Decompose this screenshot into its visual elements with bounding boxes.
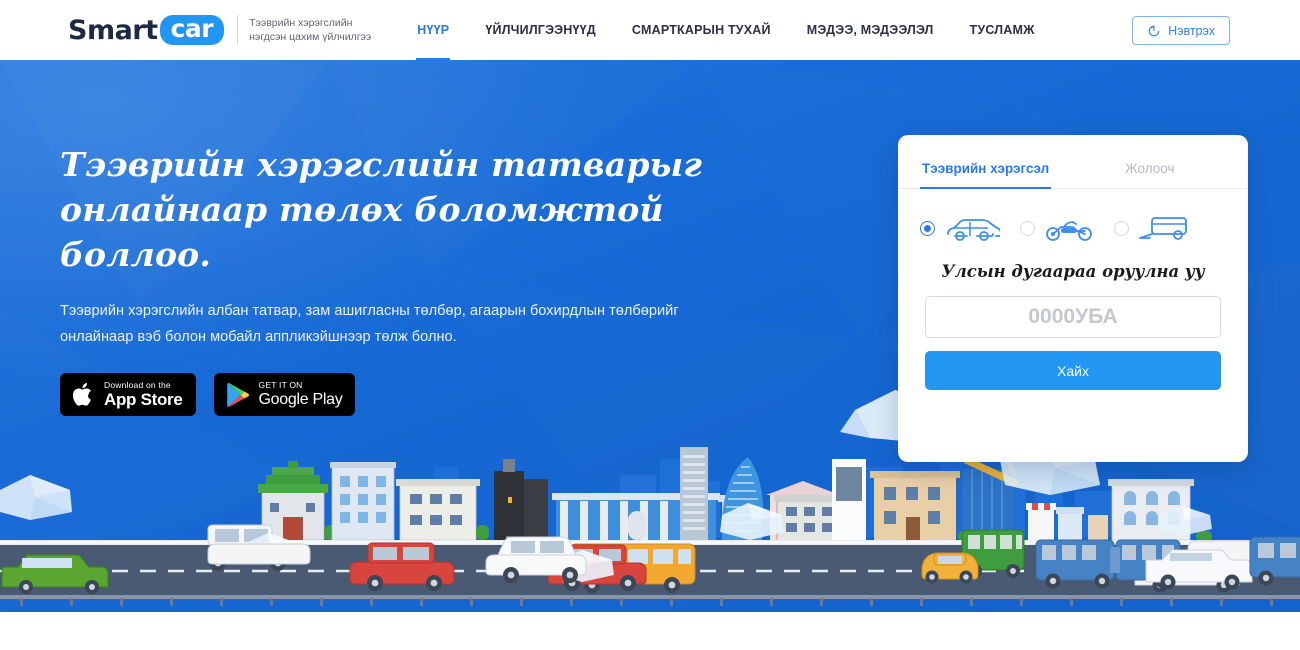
logo[interactable]: Smart car Тээврийн хэрэгслийн нэгдсэн ца… <box>68 15 371 46</box>
app-store-badge-big: App Store <box>104 390 183 409</box>
app-store-badges: Download on the App Store GET IT ON Goog… <box>60 373 760 416</box>
logo-wordmark: Smart car <box>68 14 225 46</box>
radio-motorcycle[interactable] <box>1020 220 1035 236</box>
search-card-tabs: Тээврийн хэрэгсэл Жолооч <box>898 153 1248 189</box>
hero-text-block: Тээврийн хэрэгслийн татварыг онлайнаар т… <box>60 142 760 416</box>
vehicle-option-motorcycle[interactable] <box>1020 214 1094 242</box>
google-play-badge-big: Google Play <box>258 391 343 408</box>
radio-car[interactable] <box>920 220 935 236</box>
plate-input-label: Улсын дугаараа оруулна уу <box>941 262 1205 281</box>
vehicle-option-trailer[interactable] <box>1114 214 1192 242</box>
login-button[interactable]: Нэвтрэх <box>1132 16 1230 45</box>
vehicles-layer-right <box>485 529 1300 590</box>
nav-item-services[interactable]: ҮЙЛЧИЛГЭЭНҮҮД <box>467 0 614 60</box>
plate-number-input[interactable] <box>925 296 1221 338</box>
car-icon <box>947 219 1000 241</box>
logo-divider <box>237 15 239 45</box>
google-play-badge[interactable]: GET IT ON Google Play <box>213 373 356 416</box>
nav-item-home[interactable]: НҮҮР <box>399 0 467 60</box>
search-button[interactable]: Хайх <box>925 351 1221 390</box>
app-store-badge[interactable]: Download on the App Store <box>60 373 196 416</box>
logo-tagline: Тээврийн хэрэгслийн нэгдсэн цахим үйлчил… <box>249 16 371 44</box>
logo-badge-car: car <box>159 15 225 45</box>
nav-item-about[interactable]: СМАРТКАРЫН ТУХАЙ <box>614 0 789 60</box>
radio-trailer[interactable] <box>1114 220 1129 236</box>
vehicle-type-options <box>920 214 1248 242</box>
hero-banner: Тээврийн хэрэгслийн татварыг онлайнаар т… <box>0 60 1300 612</box>
landing-page: Smart car Тээврийн хэрэгслийн нэгдсэн ца… <box>0 0 1300 650</box>
google-play-badge-text: GET IT ON Google Play <box>259 380 343 409</box>
tab-vehicle[interactable]: Тээврийн хэрэгсэл <box>920 153 1052 189</box>
app-store-badge-text: Download on the App Store <box>104 380 183 409</box>
login-button-label: Нэвтрэх <box>1168 23 1215 38</box>
trailer-icon <box>1139 217 1187 240</box>
vehicle-blue-bus <box>1249 536 1300 586</box>
site-header: Smart car Тээврийн хэрэгслийн нэгдсэн ца… <box>0 0 1300 60</box>
apple-icon <box>72 383 91 406</box>
logo-text-smart: Smart <box>68 14 158 46</box>
page-bottom-area <box>0 612 1300 650</box>
page-title: Тээврийн хэрэгслийн татварыг онлайнаар т… <box>60 145 703 274</box>
motorcycle-icon <box>1046 221 1092 241</box>
tagline-line-2: нэгдсэн цахим үйлчилгээ <box>249 31 372 43</box>
login-circle-arrow-icon <box>1148 25 1160 36</box>
google-play-icon <box>226 382 249 407</box>
vehicle-search-card: Тээврийн хэрэгсэл Жолооч Улсын дугаараа … <box>898 135 1248 462</box>
tab-driver[interactable]: Жолооч <box>1123 153 1176 188</box>
main-nav: НҮҮР ҮЙЛЧИЛГЭЭНҮҮД СМАРТКАРЫН ТУХАЙ МЭДЭ… <box>399 0 1052 60</box>
google-play-badge-small: GET IT ON <box>258 380 303 390</box>
nav-item-help[interactable]: ТУСЛАМЖ <box>952 0 1053 60</box>
tagline-line-1: Тээврийн хэрэгслийн <box>249 17 353 29</box>
vehicle-option-car[interactable] <box>920 214 1000 242</box>
vehicle-white-sedan <box>485 536 587 583</box>
app-store-badge-small: Download on the <box>104 380 171 390</box>
nav-item-news[interactable]: МЭДЭЭ, МЭДЭЭЛЭЛ <box>789 0 952 60</box>
vehicle-yellow-taxi <box>921 552 979 584</box>
hero-subtitle: Тээврийн хэрэгслийн албан татвар, зам аш… <box>60 303 679 345</box>
